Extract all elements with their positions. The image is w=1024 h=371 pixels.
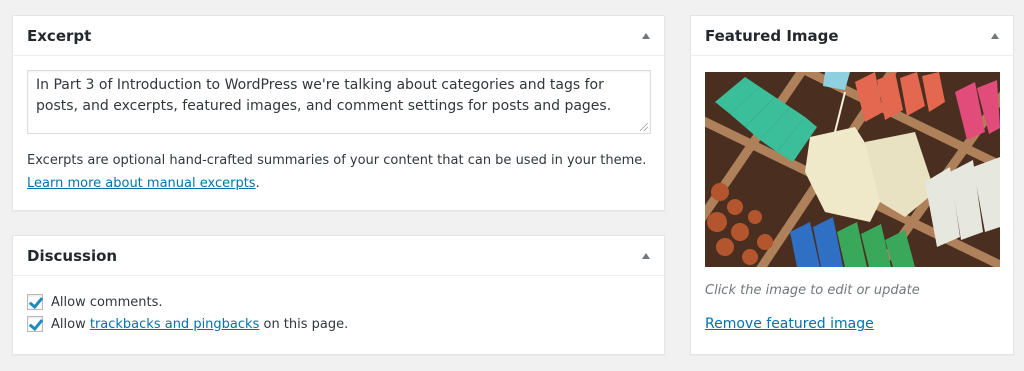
allow-pings-label: Allow trackbacks and pingbacks on this p… bbox=[51, 317, 348, 332]
discussion-panel-header[interactable]: Discussion bbox=[13, 236, 664, 276]
featured-image-caption: Click the image to edit or update bbox=[705, 283, 920, 298]
excerpt-help-body: Excerpts are optional hand-crafted summa… bbox=[27, 153, 647, 168]
excerpt-help-text: Excerpts are optional hand-crafted summa… bbox=[27, 153, 647, 191]
learn-more-excerpts-link[interactable]: Learn more about manual excerpts bbox=[27, 176, 256, 191]
discussion-panel-title: Discussion bbox=[27, 246, 118, 265]
excerpt-panel: Excerpt In Part 3 of Introduction to Wor… bbox=[12, 15, 665, 211]
trackbacks-pingbacks-link[interactable]: trackbacks and pingbacks bbox=[90, 317, 260, 332]
excerpt-textarea[interactable]: In Part 3 of Introduction to WordPress w… bbox=[27, 70, 651, 134]
excerpt-panel-header[interactable]: Excerpt bbox=[13, 16, 664, 56]
featured-image-panel: Featured Image Click the image to edit o… bbox=[690, 15, 1014, 355]
discussion-panel: Discussion Allow comments. Allow trackba… bbox=[12, 235, 665, 355]
allow-comments-row: Allow comments. bbox=[27, 291, 650, 313]
allow-comments-label[interactable]: Allow comments. bbox=[51, 295, 163, 310]
allow-pings-row: Allow trackbacks and pingbacks on this p… bbox=[27, 313, 650, 335]
tea-bags-image bbox=[705, 72, 1000, 267]
allow-pings-suffix[interactable]: on this page. bbox=[263, 317, 348, 332]
excerpt-panel-title: Excerpt bbox=[27, 26, 92, 45]
collapse-arrow-icon[interactable] bbox=[991, 32, 999, 39]
featured-image-panel-header[interactable]: Featured Image bbox=[691, 16, 1013, 56]
featured-image-panel-title: Featured Image bbox=[705, 26, 839, 45]
collapse-arrow-icon[interactable] bbox=[642, 252, 650, 259]
remove-featured-image-link[interactable]: Remove featured image bbox=[705, 316, 874, 332]
collapse-arrow-icon[interactable] bbox=[642, 32, 650, 39]
allow-pings-prefix[interactable]: Allow bbox=[51, 317, 86, 332]
featured-image-thumbnail[interactable] bbox=[705, 72, 1000, 267]
allow-comments-checkbox[interactable] bbox=[27, 294, 43, 310]
resize-grip-icon[interactable] bbox=[640, 123, 648, 131]
allow-pings-checkbox[interactable] bbox=[27, 316, 43, 332]
